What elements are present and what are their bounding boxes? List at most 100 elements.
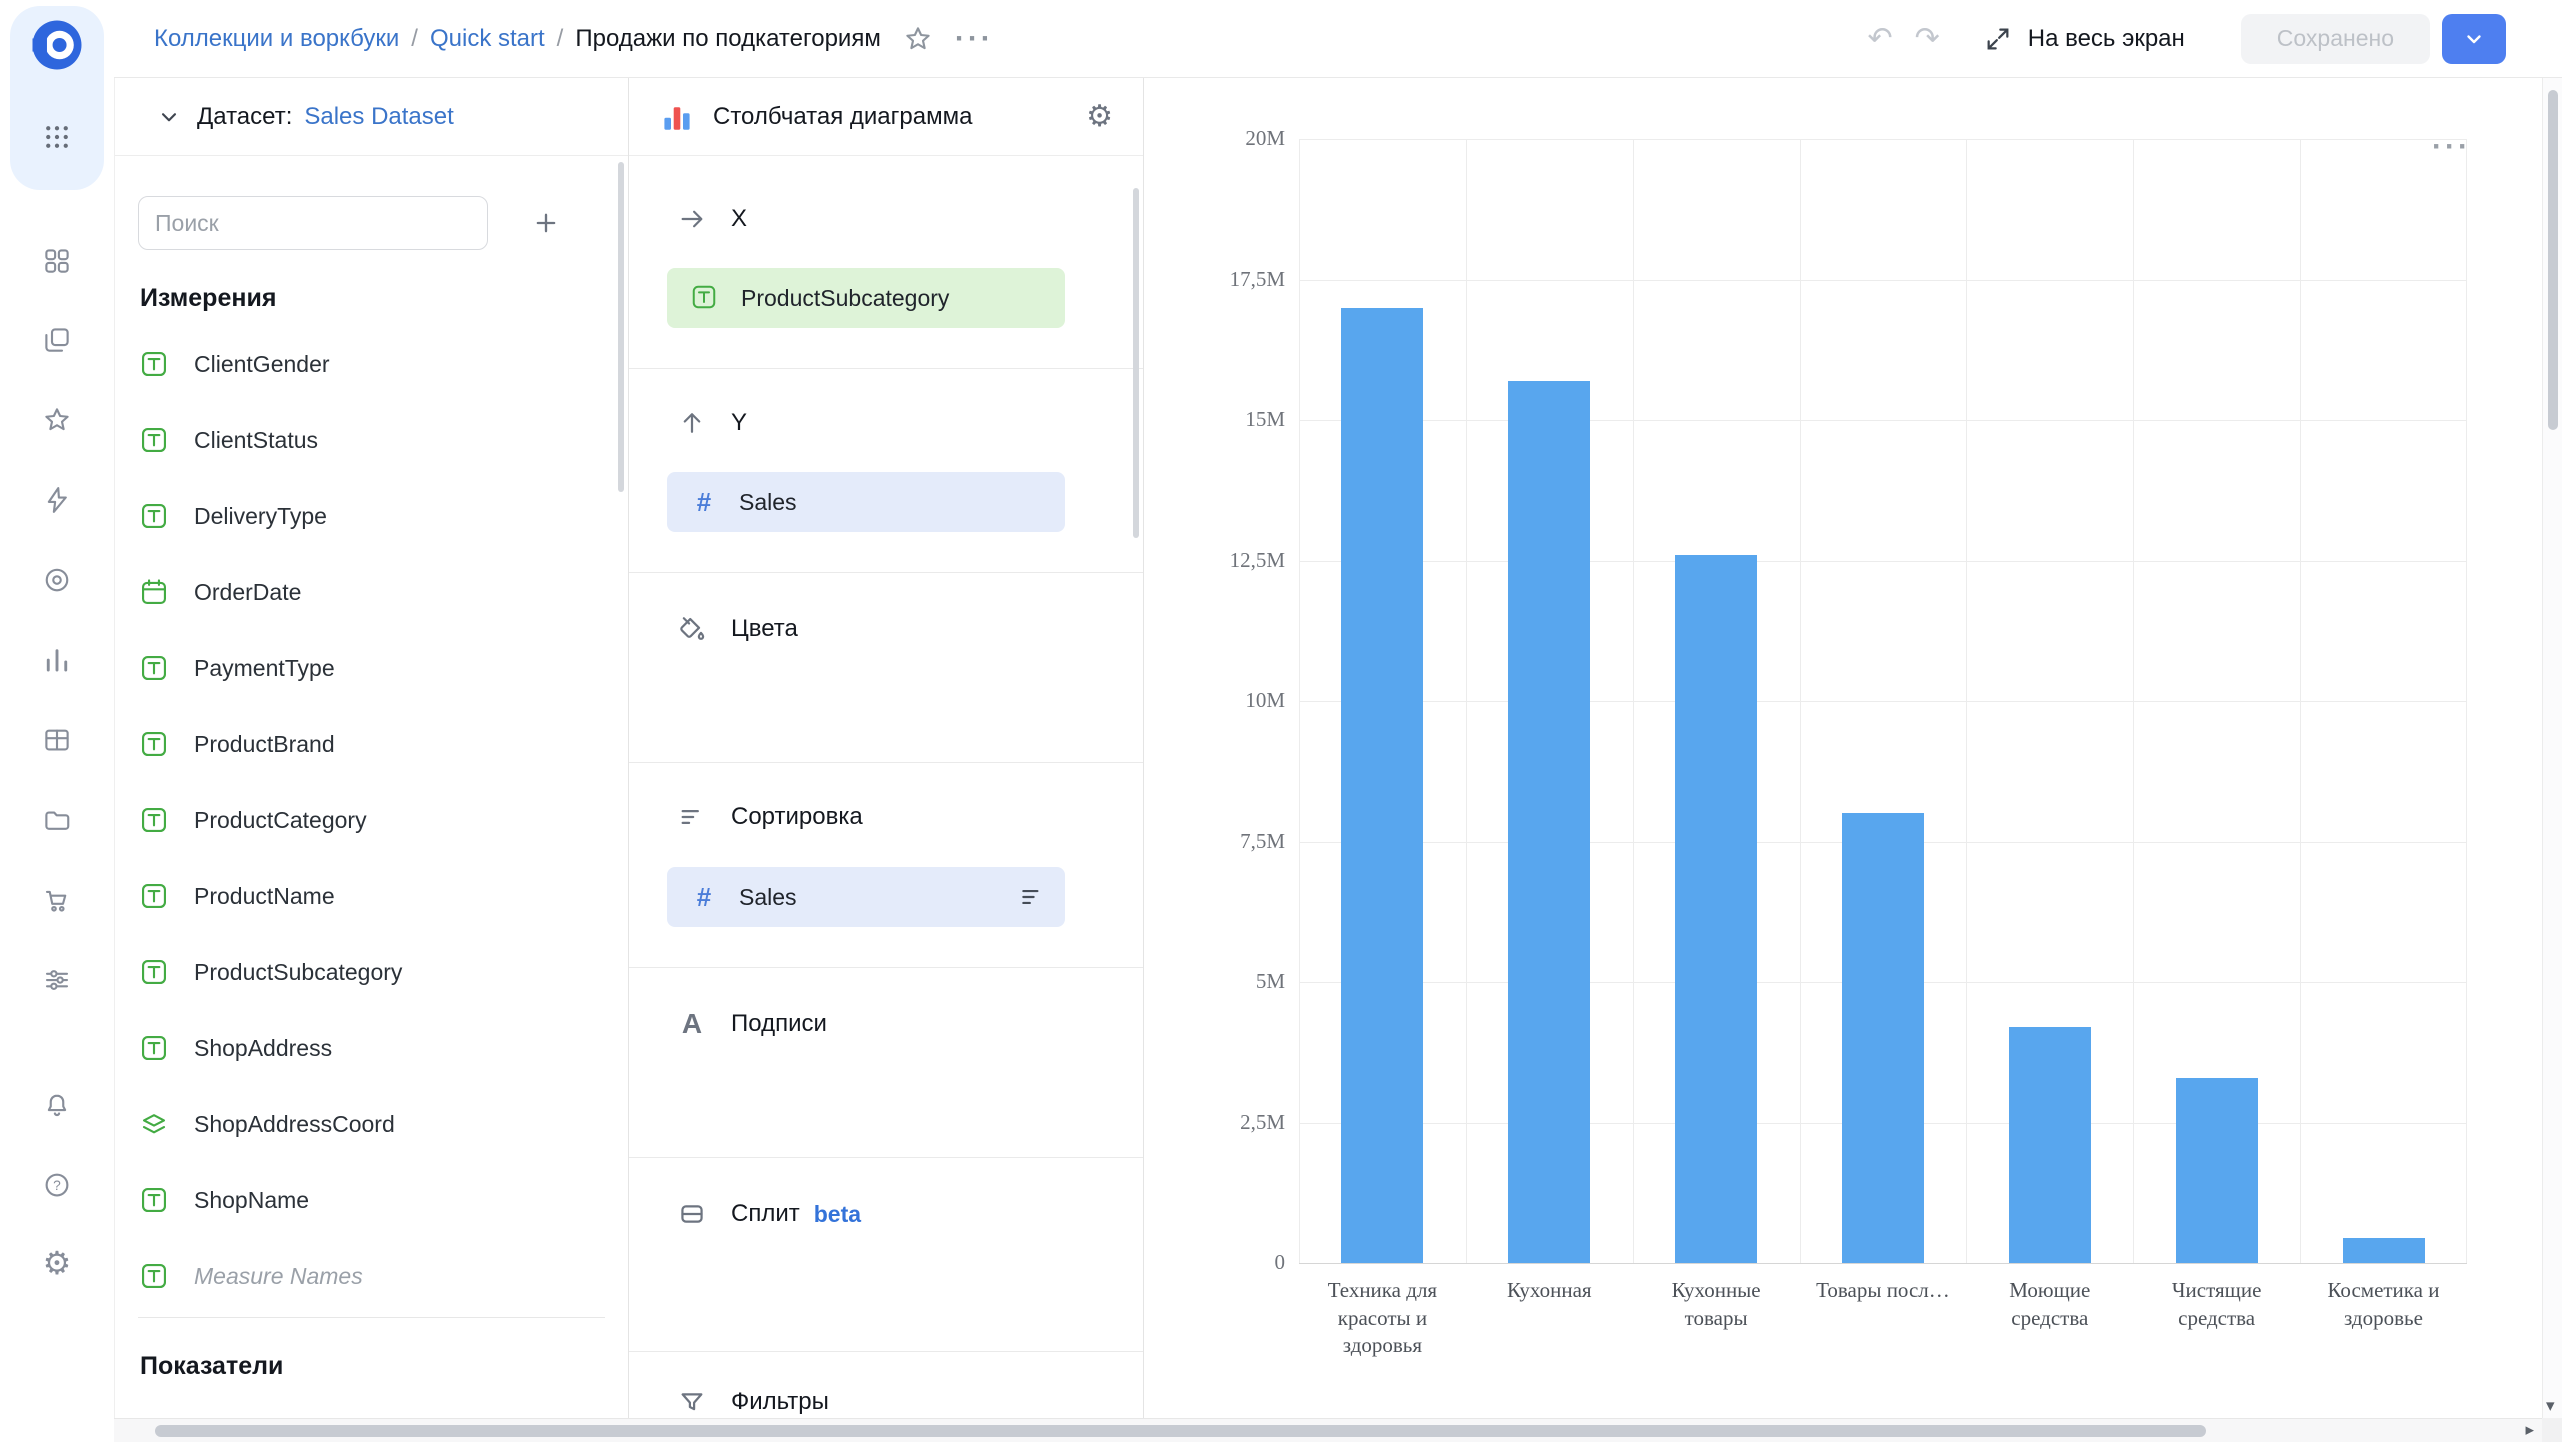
wizard-panel-scrollbar[interactable] — [1133, 188, 1139, 538]
dataset-panel: Датасет: Sales Dataset Измерения ClientG… — [114, 78, 629, 1418]
sort-field-name: Sales — [739, 883, 797, 910]
field-item[interactable]: ProductBrand — [115, 706, 628, 782]
field-name: PaymentType — [194, 654, 335, 681]
charts-icon[interactable] — [35, 638, 79, 682]
bar-0[interactable] — [1341, 308, 1423, 1263]
search-input[interactable] — [138, 196, 488, 250]
scroll-right-arrow-icon[interactable]: ▸ — [2525, 1420, 2534, 1440]
redo-icon[interactable]: ↷ — [1915, 23, 1940, 54]
saved-button[interactable]: Сохранено — [2240, 13, 2430, 64]
quick-actions-bolt-icon[interactable] — [35, 478, 79, 522]
services-sliders-icon[interactable] — [35, 958, 79, 1002]
add-field-plus-icon[interactable] — [519, 196, 573, 250]
breadcrumb-separator: / — [556, 24, 564, 52]
vertical-scrollbar-thumb[interactable] — [2548, 90, 2558, 430]
field-item[interactable]: ClientStatus — [115, 402, 628, 478]
x-field-name: ProductSubcategory — [741, 284, 950, 311]
field-item[interactable]: ProductCategory — [115, 782, 628, 858]
sort-field-pill[interactable]: # Sales — [667, 867, 1065, 927]
field-item[interactable]: ShopAddress — [115, 1010, 628, 1086]
bar-6[interactable] — [2343, 1238, 2425, 1263]
horizontal-scrollbar[interactable]: ▸ — [114, 1418, 2542, 1442]
section-y: Y — [629, 401, 747, 445]
dataset-panel-scrollbar[interactable] — [618, 162, 624, 492]
chart-settings-gear-icon[interactable]: ⚙ — [1086, 101, 1113, 132]
text-field-icon — [138, 728, 170, 760]
fields-list: ClientGender ClientStatus DeliveryType Orde… — [115, 326, 628, 1314]
favorite-star-icon[interactable] — [903, 24, 933, 54]
datalens-logo-icon[interactable] — [29, 17, 85, 73]
y-axis-tick: 0 — [1274, 1250, 1286, 1274]
y-field-pill[interactable]: # Sales — [667, 472, 1065, 532]
scrollbar-corner — [2542, 1418, 2562, 1442]
x-field-pill[interactable]: ProductSubcategory — [667, 268, 1065, 328]
breadcrumb: Коллекции и воркбуки / Quick start / Про… — [154, 25, 881, 53]
horizontal-scrollbar-thumb[interactable] — [155, 1425, 2206, 1437]
topbar: Коллекции и воркбуки / Quick start / Про… — [114, 0, 2562, 78]
apps-grid-icon[interactable] — [35, 115, 79, 159]
marketplace-cart-icon[interactable] — [35, 878, 79, 922]
gridline — [1299, 1263, 2467, 1264]
x-axis: Техника для красоты и здоровья Кухонная Ку… — [1299, 1277, 2467, 1360]
help-icon[interactable]: ? — [35, 1163, 79, 1207]
field-item[interactable]: PaymentType — [115, 630, 628, 706]
bar-chart-type-icon[interactable] — [659, 99, 695, 135]
bar-5[interactable] — [2176, 1078, 2258, 1263]
dashboards-icon[interactable] — [35, 239, 79, 283]
fullscreen-expand-icon[interactable] — [1984, 25, 2012, 53]
sort-order-icon[interactable] — [1019, 884, 1045, 910]
section-colors-label: Цвета — [731, 615, 798, 642]
visualization-panel: Столбчатая диаграмма ⚙ X ProductSubcateg… — [629, 78, 1144, 1418]
section-colors: Цвета — [629, 607, 798, 651]
measure-hash-icon: # — [696, 881, 712, 912]
geo-field-icon — [138, 1108, 170, 1140]
bar-3[interactable] — [1842, 813, 1924, 1263]
field-item[interactable]: ClientGender — [115, 326, 628, 402]
field-item[interactable]: OrderDate — [115, 554, 628, 630]
field-item[interactable]: ProductSubcategory — [115, 934, 628, 1010]
field-name: ProductBrand — [194, 730, 335, 757]
field-item[interactable]: ShopName — [115, 1162, 628, 1238]
svg-text:?: ? — [53, 1178, 61, 1193]
field-name: ClientGender — [194, 350, 330, 377]
collections-icon[interactable] — [35, 318, 79, 362]
field-name: ProductCategory — [194, 806, 367, 833]
bar-4[interactable] — [2009, 1027, 2091, 1263]
vertical-scrollbar[interactable]: ▾ — [2542, 78, 2562, 1418]
dataset-name-link[interactable]: Sales Dataset — [304, 103, 453, 131]
bar-1[interactable] — [1508, 381, 1590, 1263]
breadcrumb-workbook-link[interactable]: Quick start — [430, 25, 545, 53]
more-actions-icon[interactable]: ··· — [955, 23, 994, 54]
storage-folder-icon[interactable] — [35, 798, 79, 842]
field-item[interactable]: ProductName — [115, 858, 628, 934]
section-filters: Фильтры — [629, 1380, 829, 1418]
section-split: Сплит beta — [629, 1192, 861, 1236]
field-item[interactable]: Measure Names — [115, 1238, 628, 1314]
divider — [629, 368, 1143, 369]
undo-icon[interactable]: ↶ — [1867, 23, 1892, 54]
collapse-dataset-chevron-icon[interactable] — [149, 97, 189, 137]
favorites-star-icon[interactable] — [35, 398, 79, 442]
bar-2[interactable] — [1675, 555, 1757, 1263]
section-filters-label: Фильтры — [731, 1388, 829, 1415]
gridline — [1466, 139, 1467, 1263]
gridline — [1633, 139, 1634, 1263]
filter-funnel-icon — [675, 1385, 709, 1418]
save-dropdown-button[interactable] — [2442, 13, 2506, 64]
page-title: Продажи по подкатегориям — [575, 24, 881, 52]
text-field-icon — [138, 1260, 170, 1292]
settings-gear-icon[interactable]: ⚙ — [35, 1241, 79, 1285]
breadcrumb-collections-link[interactable]: Коллекции и воркбуки — [154, 25, 399, 53]
scopes-target-icon[interactable] — [35, 558, 79, 602]
x-axis-label: Товары посл… — [1816, 1278, 1950, 1302]
scroll-down-arrow-icon[interactable]: ▾ — [2546, 1396, 2555, 1416]
y-axis-tick: 12,5M — [1229, 548, 1285, 572]
field-name: ShopAddress — [194, 1034, 333, 1061]
notifications-bell-icon[interactable] — [35, 1083, 79, 1127]
tables-icon[interactable] — [35, 718, 79, 762]
field-item[interactable]: DeliveryType — [115, 478, 628, 554]
divider — [629, 572, 1143, 573]
field-item[interactable]: ShopAddressCoord — [115, 1086, 628, 1162]
gridline — [1299, 139, 2467, 140]
text-field-icon — [689, 282, 721, 314]
